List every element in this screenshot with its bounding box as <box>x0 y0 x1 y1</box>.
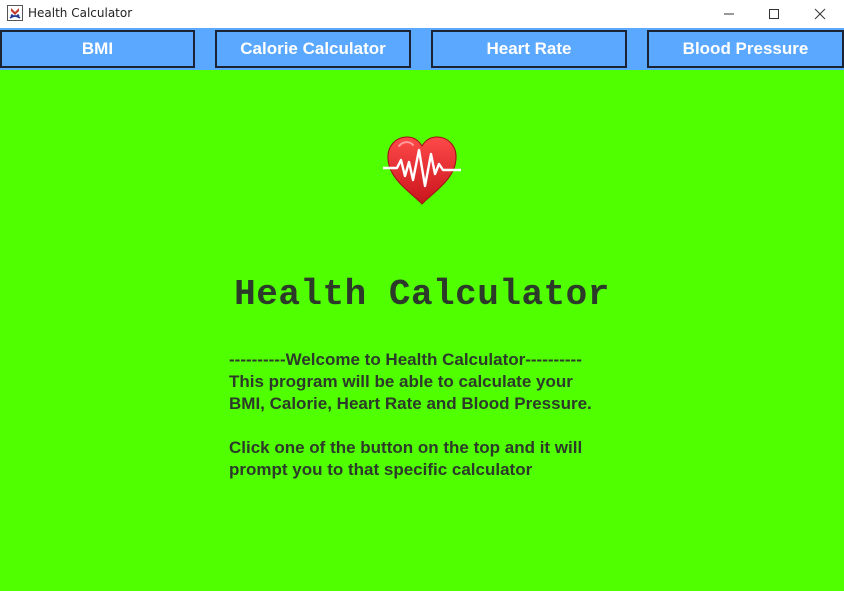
calculator-nav-bar: BMI Calorie Calculator Heart Rate Blood … <box>0 28 844 70</box>
description-line: prompt you to that specific calculator <box>229 460 533 479</box>
heart-pulse-icon <box>381 134 463 206</box>
window-title: Health Calculator <box>28 6 133 20</box>
welcome-description: ----------Welcome to Health Calculator--… <box>229 349 669 481</box>
calorie-calculator-button[interactable]: Calorie Calculator <box>215 30 411 68</box>
description-line: This program will be able to calculate y… <box>229 372 573 391</box>
close-button[interactable] <box>797 0 843 28</box>
description-line <box>229 415 669 437</box>
maximize-button[interactable] <box>751 0 797 28</box>
description-line: BMI, Calorie, Heart Rate and Blood Press… <box>229 394 592 413</box>
bmi-button[interactable]: BMI <box>0 30 195 68</box>
page-title: Health Calculator <box>234 274 610 315</box>
main-panel: Health Calculator ----------Welcome to H… <box>0 70 844 591</box>
app-window: Health Calculator BMI Calorie Calculator… <box>0 0 844 591</box>
title-bar: Health Calculator <box>0 0 844 28</box>
minimize-button[interactable] <box>706 0 752 28</box>
description-line: Click one of the button on the top and i… <box>229 438 583 457</box>
minimize-icon <box>724 13 734 15</box>
close-icon <box>814 8 826 20</box>
maximize-icon <box>769 9 779 19</box>
blood-pressure-button[interactable]: Blood Pressure <box>647 30 844 68</box>
heart-rate-button[interactable]: Heart Rate <box>431 30 627 68</box>
description-line: ----------Welcome to Health Calculator--… <box>229 350 582 369</box>
java-app-icon <box>7 5 23 21</box>
